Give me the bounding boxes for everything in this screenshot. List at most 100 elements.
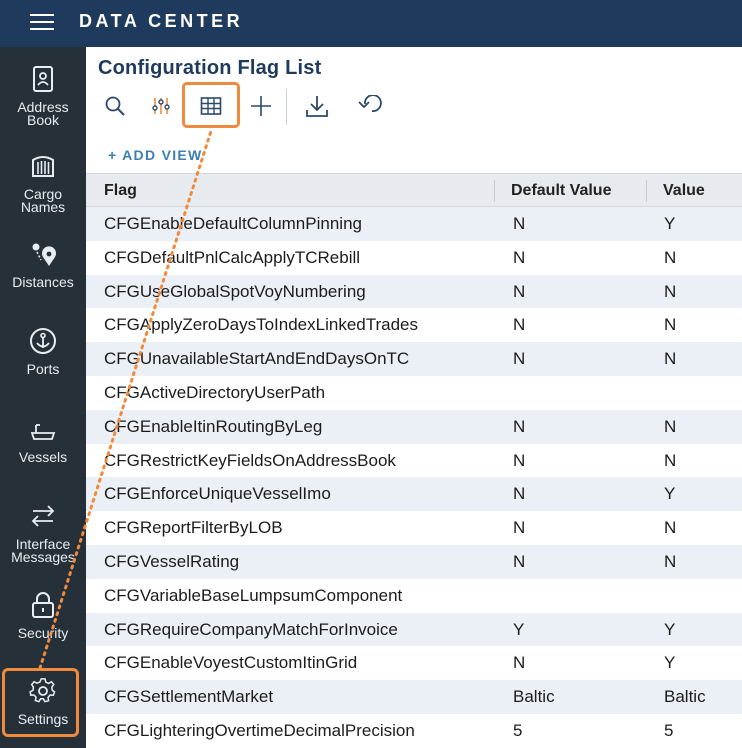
add-icon — [251, 96, 271, 116]
search-button[interactable] — [98, 89, 132, 123]
vessel-icon — [0, 415, 86, 443]
value-cell: N — [664, 315, 677, 335]
default-value-cell: N — [513, 653, 526, 673]
download-icon — [306, 96, 328, 117]
table-row[interactable]: CFGApplyZeroDaysToIndexLinkedTrades N N — [86, 308, 742, 342]
lock-icon — [0, 591, 86, 619]
table-row[interactable]: CFGRestrictKeyFieldsOnAddressBook N N — [86, 444, 742, 478]
value-cell: N — [664, 416, 677, 436]
column-resize-handle[interactable] — [494, 180, 495, 202]
value-cell: N — [664, 281, 677, 301]
default-value-cell: Y — [513, 619, 525, 639]
flag-cell: CFGUseGlobalSpotVoyNumbering — [104, 281, 366, 301]
settings-highlight — [2, 668, 79, 737]
table-row[interactable]: CFGEnableVoyestCustomItinGrid N Y — [86, 646, 742, 680]
value-cell: N — [664, 518, 677, 538]
default-value-cell: N — [513, 214, 526, 233]
sidebar-item-label: Messages — [11, 549, 75, 565]
search-icon — [105, 96, 125, 116]
flag-cell: CFGUnavailableStartAndEndDaysOnTC — [104, 349, 410, 369]
table-row[interactable]: CFGUnavailableStartAndEndDaysOnTC N N — [86, 342, 742, 376]
value-cell: N — [664, 247, 677, 267]
add-view-link[interactable]: + ADD VIEW — [108, 147, 203, 163]
sidebar-item-label: Security — [17, 625, 69, 641]
sidebar-item-vessels[interactable]: Vessels — [0, 415, 86, 464]
table-body: CFGEnableDefaultColumnPinning N Y CFGDefaul… — [86, 207, 742, 748]
flag-cell: CFGSettlementMarket — [104, 687, 274, 707]
address-book-icon — [0, 65, 86, 93]
flag-cell: CFGVesselRating — [104, 551, 240, 571]
grid-view-highlight — [182, 82, 240, 128]
table-row[interactable]: CFGEnforceUniqueVesselImo N Y — [86, 477, 742, 512]
table-row[interactable]: CFGSettlementMarket Baltic Baltic — [86, 680, 742, 714]
default-value-cell: N — [513, 349, 526, 369]
sidebar-item-address-book[interactable]: Address Book — [0, 65, 86, 127]
flag-cell: CFGEnableItinRoutingByLeg — [104, 416, 323, 436]
default-value-cell: N — [513, 281, 526, 301]
column-header-default-value[interactable]: Default Value — [511, 174, 611, 207]
sidebar-item-distances[interactable]: Distances — [0, 240, 86, 289]
sidebar-item-label: Distances — [12, 274, 74, 290]
default-value-cell: N — [513, 450, 526, 470]
value-cell: N — [664, 349, 677, 369]
config-flag-table: Flag Default Value Value CFGEnableDefaul… — [86, 173, 742, 748]
table-row[interactable]: CFGEnableItinRoutingByLeg N N — [86, 409, 742, 444]
flag-cell: CFGRestrictKeyFieldsOnAddressBook — [104, 450, 396, 470]
column-header-flag[interactable]: Flag — [104, 174, 137, 207]
table-row[interactable]: CFGRequireCompanyMatchForInvoice Y Y — [86, 612, 742, 647]
flag-cell: CFGLighteringOvertimeDecimalPrecision — [104, 720, 415, 740]
default-value-cell: Baltic — [513, 687, 555, 707]
table-header: Flag Default Value Value — [86, 173, 742, 207]
value-cell: N — [664, 450, 677, 470]
interface-arrows-icon — [0, 502, 86, 530]
default-value-cell: N — [513, 484, 526, 504]
flag-cell: CFGActiveDirectoryUserPath — [104, 382, 326, 402]
table-row[interactable]: CFGReportFilterByLOB N N — [86, 511, 742, 545]
table-row[interactable]: CFGDefaultPnlCalcApplyTCRebill N N — [86, 241, 742, 275]
value-cell: N — [664, 551, 677, 571]
default-value-cell: N — [513, 315, 526, 335]
column-header-value[interactable]: Value — [663, 174, 705, 207]
undo-button[interactable] — [354, 89, 388, 123]
sidebar-item-label: Vessels — [18, 449, 68, 465]
table-row[interactable]: CFGEnableDefaultColumnPinning N Y — [86, 207, 742, 241]
toolbar-divider — [286, 89, 287, 125]
flag-cell: CFGEnforceUniqueVesselImo — [104, 484, 331, 504]
flag-cell: CFGRequireCompanyMatchForInvoice — [104, 619, 398, 639]
anchor-icon — [0, 327, 86, 355]
page-title: Configuration Flag List — [98, 57, 322, 79]
app-title: DATA CENTER — [79, 11, 244, 31]
cargo-icon — [0, 152, 86, 180]
table-row[interactable]: CFGUseGlobalSpotVoyNumbering N N — [86, 274, 742, 309]
default-value-cell: N — [513, 416, 526, 436]
table-row[interactable]: CFGVesselRating N N — [86, 544, 742, 579]
default-value-cell: N — [513, 518, 526, 538]
column-resize-handle[interactable] — [646, 180, 647, 202]
default-value-cell: N — [513, 551, 526, 571]
sidebar-item-security[interactable]: Security — [0, 591, 86, 640]
table-row[interactable]: CFGVariableBaseLumpsumComponent — [86, 579, 742, 613]
hamburger-menu-icon[interactable] — [30, 14, 54, 32]
flag-cell: CFGReportFilterByLOB — [104, 518, 283, 538]
table-row[interactable]: CFGLighteringOvertimeDecimalPrecision 5 5 — [86, 714, 742, 748]
download-button[interactable] — [300, 89, 334, 123]
undo-icon — [358, 95, 382, 112]
top-bar: DATA CENTER — [0, 0, 742, 47]
sidebar: Address Book Cargo Names Distances Ports… — [0, 47, 86, 748]
flag-cell: CFGVariableBaseLumpsumComponent — [104, 585, 403, 605]
sidebar-item-ports[interactable]: Ports — [0, 327, 86, 376]
sidebar-item-cargo-names[interactable]: Cargo Names — [0, 152, 86, 214]
default-value-cell: 5 — [513, 720, 523, 740]
filter-sliders-icon — [152, 98, 170, 114]
sidebar-item-interface-messages[interactable]: Interface Messages — [0, 502, 86, 564]
flag-cell: CFGApplyZeroDaysToIndexLinkedTrades — [104, 315, 419, 335]
main-content: Configuration Flag List + ADD VIEW Flag … — [86, 47, 742, 748]
filter-button[interactable] — [144, 89, 178, 123]
default-value-cell: N — [513, 247, 526, 267]
table-row[interactable]: CFGActiveDirectoryUserPath — [86, 376, 742, 410]
sidebar-item-label: Ports — [26, 361, 60, 377]
flag-cell: CFGEnableDefaultColumnPinning — [104, 214, 362, 233]
flag-cell: CFGEnableVoyestCustomItinGrid — [104, 653, 358, 673]
add-button[interactable] — [244, 89, 278, 123]
sidebar-item-label: Names — [20, 199, 66, 215]
